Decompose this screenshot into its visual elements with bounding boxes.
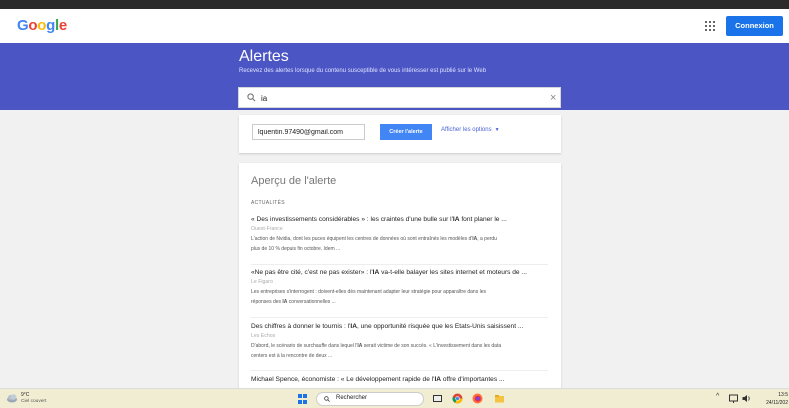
article-summary: D'abord, le scénario de surchauffe dans … (251, 343, 502, 359)
page-subtitle: Recevez des alertes lorsque du contenu s… (239, 68, 487, 74)
search-icon (247, 93, 256, 102)
windows-start-icon[interactable] (298, 394, 308, 404)
article-title-link[interactable]: Michael Spence, économiste : « Le dévelo… (251, 376, 551, 383)
taskbar-search[interactable]: Rechercher (316, 392, 424, 406)
chevron-up-icon[interactable]: ^ (716, 393, 719, 400)
cloud-icon (7, 394, 17, 403)
divider (251, 264, 548, 265)
alert-query-input[interactable] (261, 91, 541, 105)
article-source: Ouest-France (251, 226, 283, 232)
alert-preview-card: Aperçu de l'alerte ACTUALITÉS « Des inve… (239, 163, 561, 388)
search-icon (324, 396, 330, 402)
article-title-link[interactable]: Des chiffres à donner le tournis : l'IA,… (251, 323, 551, 330)
folder-icon[interactable] (494, 393, 505, 404)
list-item: Michael Spence, économiste : « Le dévelo… (251, 376, 551, 383)
divider (251, 370, 548, 371)
apps-grid-icon[interactable] (705, 21, 715, 31)
list-item: «Ne pas être cité, c'est ne pas exister»… (251, 269, 551, 307)
list-item: « Des investissements considérables » : … (251, 216, 551, 254)
clock-date: 24/11/202 (766, 400, 788, 406)
article-source: Le Figaro (251, 279, 273, 285)
network-icon[interactable] (728, 393, 739, 404)
task-view-icon[interactable] (432, 393, 443, 404)
system-clock[interactable]: 13:5 24/11/202 (760, 391, 788, 407)
preview-heading: Aperçu de l'alerte (251, 175, 337, 187)
signin-button[interactable]: Connexion (726, 16, 783, 36)
article-summary: L'action de Nvidia, dont les puces équip… (251, 236, 497, 252)
section-label: ACTUALITÉS (251, 200, 285, 206)
google-logo[interactable]: Google (17, 17, 67, 34)
article-title-link[interactable]: «Ne pas être cité, c'est ne pas exister»… (251, 269, 551, 276)
show-options-link[interactable]: Afficher les options ▼ (441, 127, 500, 133)
taskbar-search-label: Rechercher (336, 395, 368, 401)
list-item: Des chiffres à donner le tournis : l'IA,… (251, 323, 551, 361)
header: Google Connexion (0, 9, 789, 44)
page-title: Alertes (239, 48, 289, 65)
clock-time: 13:5 (778, 392, 788, 398)
firefox-icon[interactable] (472, 393, 483, 404)
create-alert-card: Créer l'alerte Afficher les options▼ (239, 115, 561, 153)
alert-search-box[interactable]: × (238, 87, 561, 108)
windows-taskbar: 9°C Ciel couvert Rechercher ^ 13:5 24/11… (0, 388, 789, 408)
article-title-link[interactable]: « Des investissements considérables » : … (251, 216, 551, 223)
volume-icon[interactable] (741, 393, 752, 404)
show-options-label: Afficher les options (441, 127, 492, 133)
browser-top-strip (0, 0, 789, 9)
article-summary: Les entreprises s'interrogent : doivent-… (251, 289, 486, 305)
weather-condition: Ciel couvert (21, 399, 47, 404)
email-field[interactable] (252, 124, 365, 140)
article-source: Les Echos (251, 333, 276, 339)
weather-temperature: 9°C (21, 392, 30, 398)
clear-icon[interactable]: × (550, 91, 556, 105)
divider (251, 317, 548, 318)
create-alert-button[interactable]: Créer l'alerte (380, 124, 432, 140)
chrome-icon[interactable] (452, 393, 463, 404)
chevron-down-icon: ▼ (494, 127, 500, 133)
